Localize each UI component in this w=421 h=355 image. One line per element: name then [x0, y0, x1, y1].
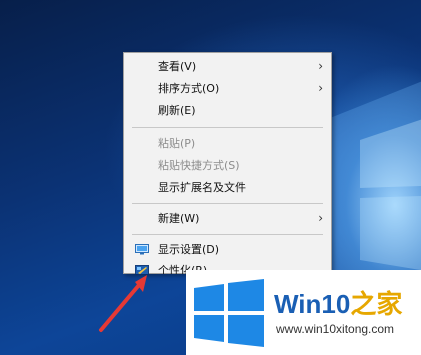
watermark-url: www.win10xitong.com: [276, 322, 395, 336]
watermark-brand: Win10之家: [274, 284, 402, 321]
display-settings-icon: [135, 244, 149, 255]
annotation-arrow-icon: [99, 275, 147, 332]
menu-item-paste-label: 粘贴(P): [158, 137, 196, 150]
chevron-right-icon: ›: [318, 211, 323, 225]
menu-item-paste[interactable]: 粘贴(P): [124, 133, 331, 154]
menu-item-sort-by-label: 排序方式(O): [158, 82, 220, 95]
chevron-right-icon: ›: [318, 59, 323, 73]
desktop-background: 查看(V) › 排序方式(O) › 刷新(E) 粘贴(P) 粘贴快捷方式(S) …: [0, 0, 421, 355]
menu-separator: [132, 127, 323, 128]
menu-item-view-label: 查看(V): [158, 60, 197, 73]
menu-item-new[interactable]: 新建(W) ›: [124, 208, 331, 229]
menu-item-sort-by[interactable]: 排序方式(O) ›: [124, 78, 331, 99]
menu-item-view[interactable]: 查看(V) ›: [124, 56, 331, 77]
menu-separator: [132, 203, 323, 204]
chevron-right-icon: ›: [318, 81, 323, 95]
menu-item-show-extensions-label: 显示扩展名及文件: [158, 181, 246, 194]
menu-item-paste-shortcut[interactable]: 粘贴快捷方式(S): [124, 155, 331, 176]
menu-item-paste-shortcut-label: 粘贴快捷方式(S): [158, 159, 240, 172]
menu-item-refresh[interactable]: 刷新(E): [124, 100, 331, 121]
menu-item-display-settings[interactable]: 显示设置(D): [124, 239, 331, 260]
menu-item-new-label: 新建(W): [158, 212, 200, 225]
menu-item-show-extensions[interactable]: 显示扩展名及文件: [124, 177, 331, 198]
menu-separator: [132, 234, 323, 235]
watermark-brand-suffix: 之家: [350, 289, 403, 319]
desktop-context-menu: 查看(V) › 排序方式(O) › 刷新(E) 粘贴(P) 粘贴快捷方式(S) …: [123, 52, 332, 274]
windows-logo-icon: [194, 279, 264, 347]
menu-item-display-settings-label: 显示设置(D): [158, 243, 220, 256]
watermark-brand-prefix: Win10: [274, 289, 351, 319]
watermark-logo: Win10之家 www.win10xitong.com: [186, 270, 421, 355]
menu-item-refresh-label: 刷新(E): [158, 104, 196, 117]
